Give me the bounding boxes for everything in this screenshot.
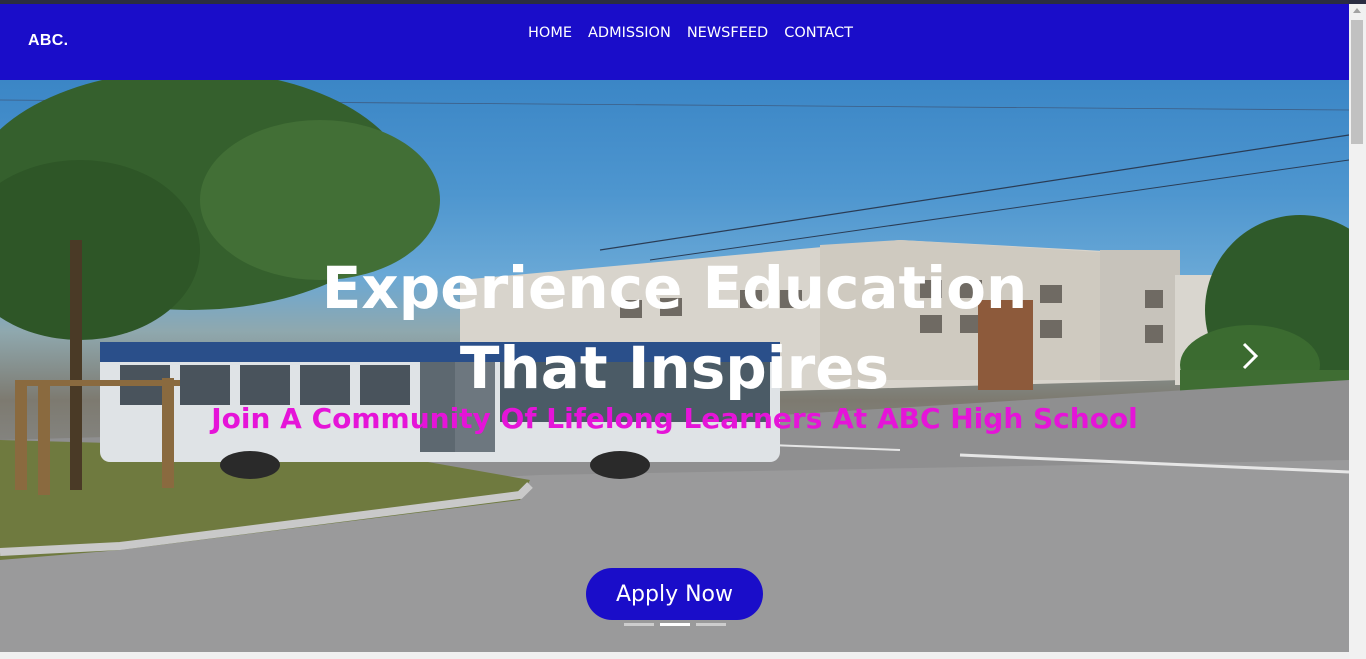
nav-link-home[interactable]: HOME: [528, 25, 572, 41]
hero-content: Experience Education That Inspires Join …: [0, 80, 1349, 652]
nav-link-contact[interactable]: CONTACT: [784, 25, 853, 41]
carousel-indicators: [624, 623, 726, 626]
hero-headline: Experience Education That Inspires: [0, 248, 1349, 408]
nav-link-newsfeed[interactable]: NEWSFEED: [687, 25, 768, 41]
nav-links: HOME ADMISSION NEWSFEED CONTACT: [0, 25, 1349, 41]
scroll-up-arrow-icon[interactable]: [1353, 8, 1361, 13]
navbar: ABC. HOME ADMISSION NEWSFEED CONTACT: [0, 4, 1349, 80]
hero-subheadline: Join A Community Of Lifelong Learners At…: [211, 402, 1138, 435]
carousel-indicator-3[interactable]: [696, 623, 726, 626]
page: ABC. HOME ADMISSION NEWSFEED CONTACT Exp…: [0, 4, 1349, 652]
carousel-indicator-1[interactable]: [624, 623, 654, 626]
page-scrollbar[interactable]: [1349, 4, 1366, 659]
apply-now-button[interactable]: Apply Now: [586, 568, 763, 620]
hero-carousel: Experience Education That Inspires Join …: [0, 80, 1349, 652]
carousel-indicator-2[interactable]: [660, 623, 690, 626]
hero-headline-text: Experience Education That Inspires: [321, 254, 1028, 402]
nav-link-admission[interactable]: ADMISSION: [588, 25, 671, 41]
scrollbar-thumb[interactable]: [1351, 20, 1363, 144]
chevron-right-icon[interactable]: [1230, 336, 1270, 376]
